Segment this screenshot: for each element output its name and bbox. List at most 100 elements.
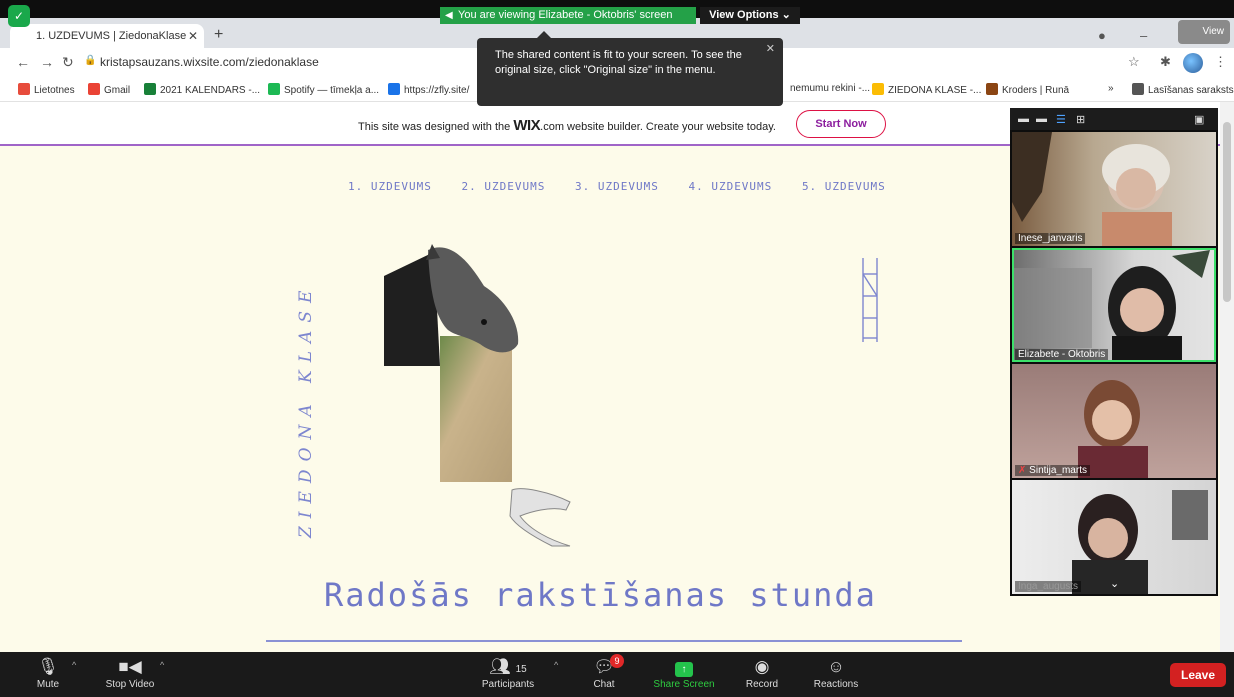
lock-icon: 🔒 <box>84 55 97 66</box>
apps-grid-icon <box>18 83 30 95</box>
start-now-label: Start Now <box>815 118 867 130</box>
nav-item-uzdevums-1[interactable]: 1. UZDEVUMS <box>348 180 432 193</box>
nav-item-uzdevums-5[interactable]: 5. UZDEVUMS <box>802 180 886 193</box>
browser-tab-active[interactable]: 1. UZDEVUMS | ZiedonaKlase ✕ <box>10 24 204 50</box>
bookmark-reading-list[interactable]: Lasīšanas saraksts <box>1132 83 1234 96</box>
participants-icon: 👥︎ 15 <box>489 657 527 676</box>
bookmark-spotify[interactable]: Spotify — tīmekļa a... <box>268 83 379 96</box>
bookmark-gmail[interactable]: Gmail <box>88 83 130 96</box>
share-screen-button[interactable]: ↑ Share Screen <box>644 652 724 690</box>
bookmark-apps[interactable]: Lietotnes <box>18 83 75 96</box>
minimize-icon[interactable]: – <box>1140 28 1147 43</box>
participants-caret-icon[interactable]: ^ <box>554 660 558 670</box>
wix-banner-lead: This site was designed with the <box>358 121 514 133</box>
bookmark-label: ZIEDONA KLASE -... <box>888 85 982 96</box>
tooltip-text: The shared content is fit to your screen… <box>495 49 742 76</box>
zoom-security-shield-icon[interactable]: ✓ <box>8 5 30 27</box>
bookmark-kalendars[interactable]: 2021 KALENDARS -... <box>144 83 260 96</box>
participant-tile-4[interactable]: Inga_augusts ⌄ <box>1012 480 1216 594</box>
calendar-icon <box>144 83 156 95</box>
bookmark-star-icon[interactable]: ☆ <box>1128 54 1140 70</box>
bookmark-ziedona-klase[interactable]: ZIEDONA KLASE -... <box>872 83 981 96</box>
participant-name: Elizabete - Oktobris <box>1015 349 1109 360</box>
mute-button[interactable]: 🎙︎ Mute <box>8 652 88 690</box>
reading-list-icon <box>1132 83 1144 95</box>
participant-video-image <box>1012 132 1172 246</box>
pop-out-panel-icon[interactable]: ▣ <box>1194 113 1204 126</box>
vertical-site-title: ZIEDONA KLASE <box>276 258 316 538</box>
screen-share-banner: ◀︎ You are viewing Elizabete - Oktobris'… <box>440 7 696 24</box>
ladder-drawing <box>862 258 878 342</box>
bookmark-label: nemumu rekini -... <box>790 83 871 94</box>
scrollbar-thumb[interactable] <box>1223 122 1231 302</box>
drive-icon <box>872 83 884 95</box>
bookmark-label: Lietotnes <box>34 85 75 96</box>
chat-button[interactable]: 💬︎ 9 Chat <box>564 652 644 690</box>
smiley-plus-icon: ☺︎ <box>827 657 845 676</box>
video-panel-header: ▬ ▬ ☰ ⊞ ▣ <box>1010 108 1218 130</box>
wix-banner-tail: .com website builder. Create your websit… <box>540 121 776 133</box>
back-arrow-icon[interactable]: ← <box>16 54 30 70</box>
start-now-button[interactable]: Start Now <box>796 110 886 138</box>
speaker-view-icon[interactable]: ☰ <box>1056 113 1066 126</box>
reactions-button[interactable]: ☺︎ Reactions <box>796 652 876 690</box>
bookmark-kroders[interactable]: Kroders | Runā <box>986 83 1069 96</box>
video-camera-icon: ■◀︎ <box>118 657 142 676</box>
thumbnail-view-icon[interactable]: ▬ <box>1036 113 1047 125</box>
gmail-icon <box>88 83 100 95</box>
participant-tile-3[interactable]: ✗ Sintija_marts <box>1012 364 1216 478</box>
zoom-view-chip[interactable]: View <box>1178 20 1230 44</box>
page-scrollbar[interactable] <box>1220 102 1234 652</box>
site-favicon-icon <box>986 83 998 95</box>
bookmark-zfly[interactable]: https://zfly.site/ <box>388 83 469 96</box>
record-icon: ◉ <box>754 657 770 676</box>
profile-dot-icon[interactable]: ● <box>1098 28 1106 43</box>
screen-root: 1. UZDEVUMS | ZiedonaKlase ✕ + ● – View … <box>0 0 1234 697</box>
leave-label: Leave <box>1180 668 1216 682</box>
bookmark-rekini[interactable]: nemumu rekini -... <box>790 83 870 94</box>
chat-bubble-icon: 💬︎ <box>593 657 615 676</box>
participants-button[interactable]: 👥︎ 15 Participants <box>468 652 548 690</box>
gallery-view-icon[interactable]: ⊞ <box>1076 113 1085 126</box>
leave-meeting-button[interactable]: Leave <box>1170 663 1226 687</box>
new-tab-button[interactable]: + <box>214 26 223 44</box>
muted-mic-icon: ✗ <box>1018 465 1027 476</box>
profile-avatar[interactable] <box>1183 53 1203 73</box>
bookmark-label: 2021 KALENDARS -... <box>160 85 261 96</box>
minimize-panel-icon[interactable]: ▬ <box>1018 113 1029 125</box>
speaker-icon: ◀︎ <box>445 10 453 21</box>
mute-label: Mute <box>36 679 60 690</box>
reload-icon[interactable]: ↻ <box>62 54 74 71</box>
bookmark-label: Lasīšanas saraksts <box>1148 85 1234 96</box>
wix-banner-text: This site was designed with the WIX.com … <box>358 117 776 134</box>
video-options-caret-icon[interactable]: ^ <box>160 660 164 670</box>
participant-name-text: Sintija_marts <box>1029 465 1087 476</box>
view-chip-label: View <box>1202 26 1225 37</box>
bookmarks-overflow-icon[interactable]: » <box>1108 83 1114 94</box>
record-button[interactable]: ◉ Record <box>722 652 802 690</box>
bookmark-label: Spotify — tīmekļa a... <box>284 85 380 96</box>
vertical-site-title-text: ZIEDONA KLASE <box>296 282 316 538</box>
nav-item-uzdevums-2[interactable]: 2. UZDEVUMS <box>461 180 545 193</box>
participant-name: ✗ Sintija_marts <box>1015 465 1090 476</box>
forward-arrow-icon[interactable]: → <box>40 54 54 70</box>
url-field[interactable]: kristapsauzans.wixsite.com/ziedonaklase <box>100 55 319 69</box>
participant-tile-2[interactable]: Elizabete - Oktobris <box>1012 248 1216 362</box>
donkey-collage-image <box>384 244 571 547</box>
record-label: Record <box>745 679 779 690</box>
participant-video-image <box>1078 380 1148 478</box>
view-options-button[interactable]: View Options ⌄ <box>700 7 800 24</box>
nav-item-uzdevums-4[interactable]: 4. UZDEVUMS <box>688 180 772 193</box>
stop-video-button[interactable]: ■◀︎ Stop Video <box>90 652 170 690</box>
fit-screen-tooltip: The shared content is fit to your screen… <box>477 31 783 106</box>
extensions-icon[interactable]: ✱ <box>1160 54 1171 70</box>
audio-options-caret-icon[interactable]: ^ <box>72 660 76 670</box>
page-title: Radošās rakstīšanas stunda <box>324 576 877 614</box>
tab-close-icon[interactable]: ✕ <box>188 24 198 48</box>
tooltip-close-icon[interactable]: ✕ <box>766 42 775 57</box>
nav-item-uzdevums-3[interactable]: 3. UZDEVUMS <box>575 180 659 193</box>
participant-tile-1[interactable]: Inese_janvaris <box>1012 132 1216 246</box>
chevron-down-icon[interactable]: ⌄ <box>1110 577 1119 590</box>
zoom-video-panel: ▬ ▬ ☰ ⊞ ▣ Inese_janvaris Elizabete - Okt… <box>1010 108 1218 596</box>
browser-menu-icon[interactable]: ⋮ <box>1214 54 1227 70</box>
